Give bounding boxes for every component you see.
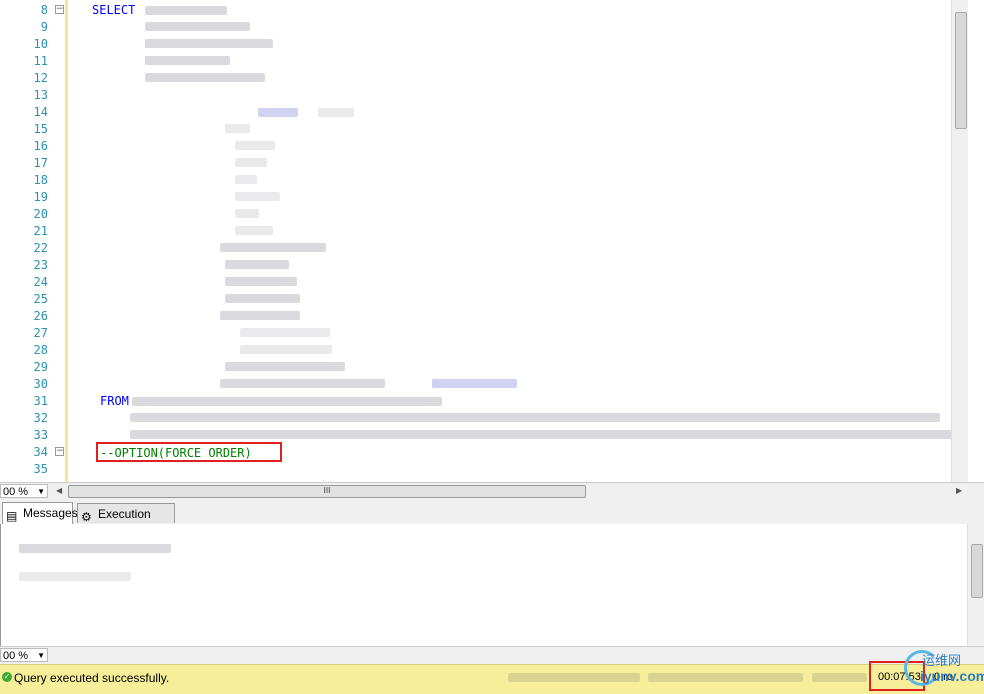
line-number: 16 bbox=[33, 139, 48, 153]
chevron-down-icon: ▼ bbox=[37, 487, 45, 496]
messages-scroll-thumb[interactable] bbox=[971, 544, 983, 598]
redacted-code bbox=[235, 192, 280, 201]
watermark-logo: 运维网 iyunv.com bbox=[898, 648, 984, 690]
redacted-code bbox=[258, 108, 298, 117]
watermark-cn: 运维网 bbox=[922, 654, 962, 669]
messages-pane[interactable] bbox=[0, 524, 984, 646]
line-number: 15 bbox=[33, 122, 48, 136]
line-number: 13 bbox=[33, 88, 48, 102]
redacted-code bbox=[225, 124, 250, 133]
scroll-right-icon[interactable]: ▶ bbox=[956, 484, 962, 498]
scroll-grip: III bbox=[323, 486, 331, 495]
zoom-value: 00 % bbox=[3, 650, 29, 662]
line-number: 30 bbox=[33, 377, 48, 391]
editor-vertical-scrollbar[interactable] bbox=[951, 0, 968, 482]
fold-toggle-icon[interactable]: − bbox=[55, 447, 64, 456]
line-number: 11 bbox=[33, 54, 48, 68]
scroll-left-icon[interactable]: ◀ bbox=[56, 484, 62, 498]
redacted-code bbox=[220, 311, 300, 320]
editor-bottom-bar: 00 % ▼ ◀ III ▶ bbox=[0, 482, 984, 501]
line-number: 21 bbox=[33, 224, 48, 238]
line-number: 23 bbox=[33, 258, 48, 272]
redacted-code bbox=[145, 39, 273, 48]
line-number: 34 bbox=[33, 445, 48, 459]
line-number: 26 bbox=[33, 309, 48, 323]
redacted-code bbox=[235, 175, 257, 184]
redacted-code bbox=[220, 379, 385, 388]
redacted-code bbox=[145, 56, 230, 65]
query-editor[interactable]: 8 9 10 11 12 13 14 15 16 17 18 19 20 21 22 23 24 25 26 27 28… bbox=[0, 0, 968, 482]
tab-label: Messages bbox=[23, 506, 78, 520]
messages-vertical-scrollbar[interactable] bbox=[967, 524, 984, 646]
redacted-status bbox=[508, 673, 640, 682]
messages-icon: ▤ bbox=[6, 509, 18, 523]
from-keyword: FROM bbox=[100, 394, 129, 408]
line-number: 19 bbox=[33, 190, 48, 204]
redacted-code bbox=[145, 22, 250, 31]
code-area[interactable]: SELECT FROM --OPTION(FORCE ORDER) bbox=[70, 0, 968, 482]
line-number-gutter: 8 9 10 11 12 13 14 15 16 17 18 19 20 21 22 23 24 25 26 27 28… bbox=[0, 0, 48, 482]
redacted-code bbox=[235, 158, 267, 167]
tab-messages[interactable]: ▤ Messages bbox=[2, 502, 78, 524]
redacted-code bbox=[432, 379, 517, 388]
line-number: 18 bbox=[33, 173, 48, 187]
results-bottom-bar: 00 % ▼ bbox=[0, 646, 984, 664]
results-tab-strip: ▤ Messages ⚙ Execution plan bbox=[0, 500, 984, 541]
line-number: 22 bbox=[33, 241, 48, 255]
zoom-value: 00 % bbox=[3, 486, 29, 498]
redacted-code bbox=[220, 243, 326, 252]
chevron-down-icon: ▼ bbox=[37, 651, 45, 660]
line-number: 20 bbox=[33, 207, 48, 221]
line-number: 14 bbox=[33, 105, 48, 119]
redacted-code bbox=[225, 277, 297, 286]
redacted-code bbox=[145, 6, 227, 15]
fold-toggle-icon[interactable]: − bbox=[55, 5, 64, 14]
line-number: 29 bbox=[33, 360, 48, 374]
line-number: 25 bbox=[33, 292, 48, 306]
line-number: 17 bbox=[33, 156, 48, 170]
redacted-code bbox=[235, 141, 275, 150]
redacted-message bbox=[19, 544, 171, 553]
line-number: 27 bbox=[33, 326, 48, 340]
redacted-code bbox=[240, 328, 330, 337]
line-number: 9 bbox=[40, 20, 48, 34]
results-zoom-select[interactable]: 00 % ▼ bbox=[0, 648, 48, 662]
line-number: 31 bbox=[33, 394, 48, 408]
redacted-code bbox=[235, 209, 259, 218]
status-bar: ✓ Query executed successfully. 00:07:53 … bbox=[0, 661, 984, 694]
redacted-code bbox=[145, 73, 265, 82]
editor-horizontal-scrollbar[interactable]: ◀ III ▶ bbox=[56, 484, 968, 498]
highlight-box bbox=[96, 442, 282, 462]
line-number: 35 bbox=[33, 462, 48, 476]
line-number: 32 bbox=[33, 411, 48, 425]
watermark-domain: iyunv.com bbox=[920, 668, 984, 684]
success-icon: ✓ bbox=[2, 672, 12, 682]
tab-execution-plan[interactable]: ⚙ Execution plan bbox=[77, 503, 175, 541]
redacted-code bbox=[225, 362, 345, 371]
line-number: 28 bbox=[33, 343, 48, 357]
redacted-status bbox=[648, 673, 803, 682]
redacted-code bbox=[318, 108, 354, 117]
line-number: 10 bbox=[33, 37, 48, 51]
redacted-code bbox=[240, 345, 332, 354]
editor-scroll-thumb[interactable] bbox=[955, 12, 967, 129]
horizontal-scroll-thumb[interactable]: III bbox=[68, 485, 586, 498]
change-indicator-bar bbox=[65, 0, 68, 482]
redacted-code bbox=[130, 430, 968, 439]
line-number: 24 bbox=[33, 275, 48, 289]
redacted-code bbox=[235, 226, 273, 235]
redacted-code bbox=[130, 413, 940, 422]
redacted-code bbox=[225, 294, 300, 303]
line-number: 8 bbox=[40, 3, 48, 17]
editor-zoom-select[interactable]: 00 % ▼ bbox=[0, 484, 48, 498]
redacted-code bbox=[225, 260, 289, 269]
line-number: 33 bbox=[33, 428, 48, 442]
redacted-message bbox=[19, 572, 131, 581]
select-keyword: SELECT bbox=[92, 3, 136, 17]
line-number: 12 bbox=[33, 71, 48, 85]
redacted-code bbox=[132, 397, 442, 406]
redacted-status bbox=[812, 673, 867, 682]
status-message: Query executed successfully. bbox=[14, 671, 170, 685]
